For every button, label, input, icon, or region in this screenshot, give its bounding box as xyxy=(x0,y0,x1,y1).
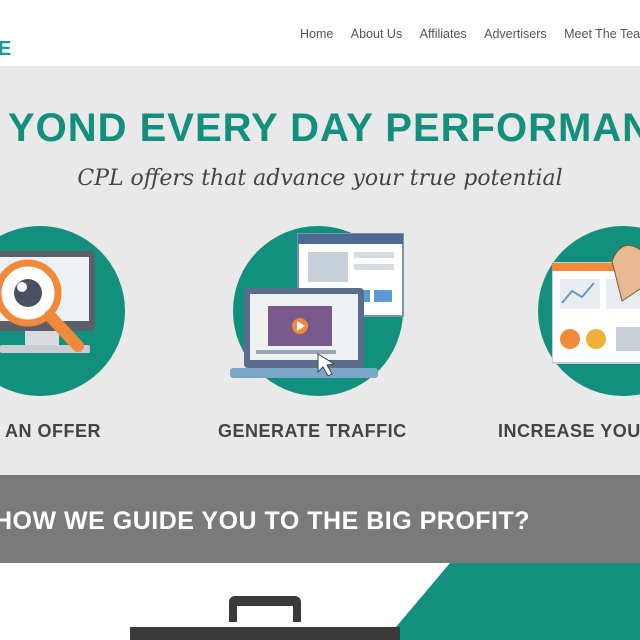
site-logo[interactable]: E xyxy=(0,38,11,61)
dashboard-hand-icon xyxy=(552,244,640,364)
hero-title: YOND EVERY DAY PERFORMAN xyxy=(7,106,640,150)
nav-advertisers[interactable]: Advertisers xyxy=(484,27,547,41)
bottom-section xyxy=(0,563,640,640)
nav-affiliates[interactable]: Affiliates xyxy=(420,27,467,41)
laptop-video-icon xyxy=(230,233,404,378)
magnifier-monitor-icon xyxy=(0,251,95,353)
nav-meet-the-team[interactable]: Meet The Team xyxy=(564,27,640,41)
site-header: E Home About Us Affiliates Advertisers M… xyxy=(0,0,640,67)
nav-home[interactable]: Home xyxy=(300,27,333,41)
step-3-label: INCREASE YOU xyxy=(498,421,640,441)
main-nav: Home About Us Affiliates Advertisers Mee… xyxy=(300,25,640,45)
guide-banner-title: HOW WE GUIDE YOU TO THE BIG PROFIT? xyxy=(0,507,531,535)
briefcase-icon xyxy=(130,596,400,640)
hero-section: YOND EVERY DAY PERFORMAN CPL offers that… xyxy=(0,66,640,475)
guide-banner: HOW WE GUIDE YOU TO THE BIG PROFIT? xyxy=(0,475,640,585)
nav-about-us[interactable]: About Us xyxy=(351,27,402,41)
step-1-label: AN OFFER xyxy=(5,421,101,441)
hero-subtitle: CPL offers that advance your true potent… xyxy=(77,166,563,191)
step-2-label: GENERATE TRAFFIC xyxy=(218,421,407,441)
